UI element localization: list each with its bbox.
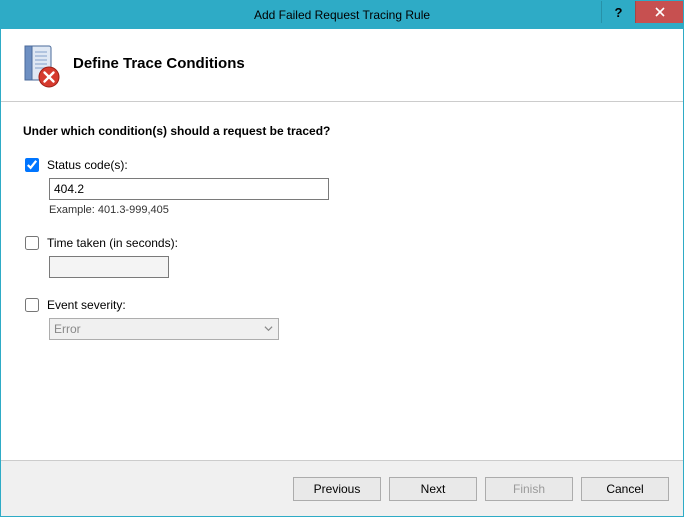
time-group: Time taken (in seconds): <box>23 236 661 278</box>
wizard-footer: Previous Next Finish Cancel <box>1 460 683 516</box>
window-title: Add Failed Request Tracing Rule <box>1 8 683 22</box>
close-button[interactable] <box>635 1 683 23</box>
time-label: Time taken (in seconds): <box>47 236 178 250</box>
severity-select-wrap <box>49 318 279 340</box>
close-icon <box>655 5 665 20</box>
titlebar-buttons: ? <box>601 1 683 29</box>
wizard-icon <box>19 43 59 83</box>
next-button[interactable]: Next <box>389 477 477 501</box>
previous-button[interactable]: Previous <box>293 477 381 501</box>
time-checkbox[interactable] <box>25 236 39 250</box>
help-button[interactable]: ? <box>601 1 635 23</box>
time-input[interactable] <box>49 256 169 278</box>
wizard-title: Define Trace Conditions <box>73 55 245 72</box>
severity-label: Event severity: <box>47 298 126 312</box>
dialog-window: Add Failed Request Tracing Rule ? <box>0 0 684 517</box>
content-area: Under which condition(s) should a reques… <box>1 102 683 460</box>
titlebar: Add Failed Request Tracing Rule ? <box>1 1 683 29</box>
finish-button[interactable]: Finish <box>485 477 573 501</box>
status-checkbox[interactable] <box>25 158 39 172</box>
wizard-header: Define Trace Conditions <box>1 29 683 102</box>
status-group: Status code(s): Example: 401.3-999,405 <box>23 158 661 216</box>
status-input[interactable] <box>49 178 329 200</box>
content-question: Under which condition(s) should a reques… <box>23 124 661 138</box>
status-label: Status code(s): <box>47 158 128 172</box>
severity-checkbox[interactable] <box>25 298 39 312</box>
cancel-button[interactable]: Cancel <box>581 477 669 501</box>
status-hint: Example: 401.3-999,405 <box>49 204 661 216</box>
severity-select[interactable] <box>49 318 279 340</box>
severity-group: Event severity: <box>23 298 661 340</box>
